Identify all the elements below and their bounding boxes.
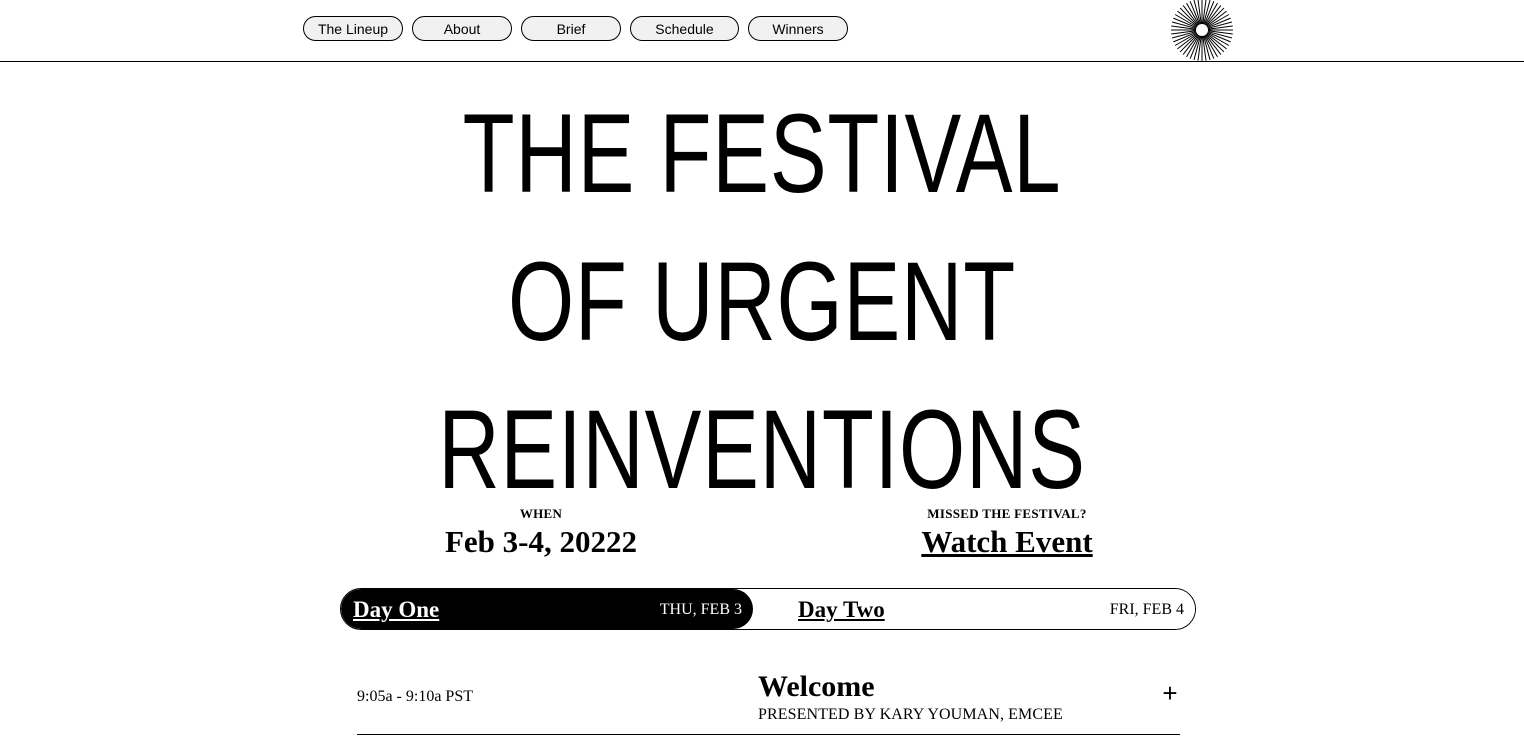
schedule-time: 9:05a - 9:10a PST [357,688,473,705]
tab-day-two[interactable]: Day Two FRI, FEB 4 [753,589,1195,629]
watch-event-link[interactable]: Watch Event [880,524,1134,560]
missed-festival-label: MISSED THE FESTIVAL? [927,506,1087,521]
top-bar: The Lineup About Brief Schedule Winners [0,0,1524,62]
tab-day-one-date: THU, FEB 3 [659,601,742,618]
schedule-presenter: PRESENTED BY KARY YOUMAN, EMCEE [758,706,1063,723]
when-value: Feb 3-4, 20222 [444,524,637,559]
starburst-ray [1205,33,1225,53]
expand-icon[interactable]: + [1160,680,1180,706]
hero-title-line-2: OF URGENT [507,239,1017,364]
starburst-ray [1179,33,1199,53]
when-label: WHEN [519,506,563,521]
starburst-icon[interactable] [1169,0,1235,63]
starburst-ray [1205,7,1225,27]
tab-day-two-label[interactable]: Day Two [798,597,885,623]
starburst-ray [1179,7,1199,27]
tab-day-one[interactable]: Day One THU, FEB 3 [341,589,753,629]
nav-item-lineup[interactable]: The Lineup [303,16,403,41]
schedule-row[interactable]: 9:05a - 9:10a PST Welcome PRESENTED BY K… [357,668,1180,735]
hero-title: THE FESTIVAL OF URGENT REINVENTIONS [0,80,1524,524]
nav-item-about[interactable]: About [412,16,512,41]
missed-festival-block: MISSED THE FESTIVAL? Watch Event [880,506,1134,560]
hero-title-line-1: THE FESTIVAL [462,91,1062,216]
schedule-title: Welcome [758,670,875,703]
nav-item-winners[interactable]: Winners [748,16,848,41]
nav-item-schedule[interactable]: Schedule [630,16,739,41]
when-block: WHEN Feb 3-4, 20222 [420,506,662,560]
nav-item-brief[interactable]: Brief [521,16,621,41]
day-tabs: Day One THU, FEB 3 Day Two FRI, FEB 4 [340,588,1196,630]
tab-day-one-label[interactable]: Day One [353,597,439,623]
hero-title-line-3: REINVENTIONS [438,387,1086,512]
main-nav: The Lineup About Brief Schedule Winners [303,16,848,41]
tab-day-two-date: FRI, FEB 4 [1109,601,1184,618]
